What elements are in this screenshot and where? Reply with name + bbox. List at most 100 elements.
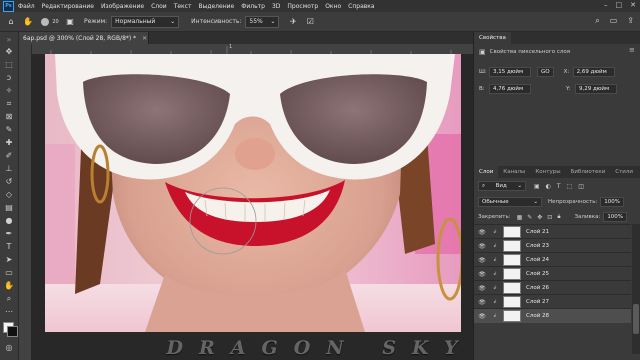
menu-text[interactable]: Текст [174,3,192,10]
panel-collapse-icon[interactable]: ≡ [629,46,635,54]
lock-pixels-icon[interactable]: ✎ [527,214,532,221]
layer-row-selected[interactable]: 👁︎ ↲ Слой 28 [474,308,631,323]
scrollbar-thumb[interactable] [633,304,639,334]
marquee-tool-icon[interactable]: ⬚ [3,59,15,70]
more-tools-icon[interactable]: ⋯ [3,306,15,317]
lock-position-icon[interactable]: ✥ [537,214,542,221]
visibility-eye-icon[interactable]: 👁︎ [477,313,487,320]
zoom-tool-icon[interactable]: ⌕ [3,293,15,304]
brush-tool-icon[interactable]: ✐ [3,150,15,161]
tab-properties[interactable]: Свойства [474,32,511,44]
blend-mode-value: Обычные [482,199,509,205]
visibility-eye-icon[interactable]: 👁︎ [477,271,487,278]
airbrush-icon[interactable]: ✈ [287,16,299,28]
intensity-field[interactable]: 55% ⌄ [245,15,280,28]
filter-type-icon[interactable]: T [557,183,561,190]
workspace-icon[interactable]: ▭ [610,16,618,26]
maximize-icon[interactable]: □ [616,1,623,9]
visibility-eye-icon[interactable]: 👁︎ [477,299,487,306]
magic-wand-icon[interactable]: ✧ [3,85,15,96]
layer-filter-value: Вид [495,183,507,189]
brush-settings-icon[interactable]: ▣ [64,16,76,28]
frame-tool-icon[interactable]: ⊠ [3,111,15,122]
eyedropper-icon[interactable]: ✎ [3,124,15,135]
eraser-icon[interactable]: ◇ [3,189,15,200]
dodge-tool-icon[interactable]: ● [3,215,15,226]
rectangle-tool-icon[interactable]: ▭ [3,267,15,278]
type-tool-icon[interactable]: T [3,241,15,252]
hand-tool-icon[interactable]: ✋ [3,280,15,291]
lock-transparent-icon[interactable]: ▦ [517,214,523,221]
visibility-eye-icon[interactable]: 👁︎ [477,285,487,292]
minimize-icon[interactable]: – [604,1,608,9]
blend-mode-select[interactable]: Обычные ⌄ [478,197,542,207]
visibility-eye-icon[interactable]: 👁︎ [477,229,487,236]
tab-libraries[interactable]: Библиотеки [566,166,611,178]
history-brush-icon[interactable]: ↺ [3,176,15,187]
close-icon[interactable]: ✕ [630,1,636,9]
layer-row[interactable]: 👁︎ ↲ Слой 25 [474,266,631,281]
layer-name: Слой 23 [526,243,550,249]
layer-row[interactable]: 👁︎ ↲ Слой 26 [474,280,631,295]
gradient-tool-icon[interactable]: ▤ [3,202,15,213]
crop-tool-icon[interactable]: ⌗ [3,98,15,109]
pen-tool-icon[interactable]: ✒ [3,228,15,239]
search-icon[interactable]: ⌕ [595,16,599,26]
search-icon: ⌕ [482,183,486,189]
document-canvas[interactable] [45,54,461,332]
filter-shape-icon[interactable]: ⬚ [567,183,573,190]
y-field[interactable]: 9,29 дюйм [575,84,617,94]
protect-tones-icon[interactable]: ☑ [304,16,316,28]
quick-mask-icon[interactable]: ◎ [3,342,15,353]
share-icon[interactable]: ⇪ [627,16,634,26]
fill-field[interactable]: 100% [603,212,628,222]
menu-3d[interactable]: 3D [272,3,280,10]
menu-image[interactable]: Изображение [101,3,144,10]
mode-select[interactable]: Нормальный ⌄ [111,15,180,28]
width-field[interactable]: 3,15 дюйм [489,67,531,77]
layer-row[interactable]: 👁︎ ↲ Слой 23 [474,238,631,253]
brush-preset-icon[interactable]: 20 [39,16,59,28]
layer-filter-select[interactable]: ⌕ Вид ⌄ [478,181,526,191]
tab-paths[interactable]: Контуры [530,166,565,178]
layer-row[interactable]: 👁︎ ↲ Слой 27 [474,294,631,309]
lock-artboard-icon[interactable]: ⊡ [547,214,552,221]
home-icon[interactable]: ⌂ [5,16,17,28]
menu-file[interactable]: Файл [18,3,35,10]
height-label: В: [479,86,485,92]
clone-stamp-icon[interactable]: ⊥ [3,163,15,174]
burn-tool-icon[interactable]: ✋ [22,16,34,28]
background-color-swatch[interactable] [7,326,18,337]
layers-scrollbar[interactable] [632,224,640,354]
close-tab-icon[interactable]: ✕ [142,35,147,42]
filter-smart-icon[interactable]: ◫ [578,183,584,190]
menu-edit[interactable]: Редактирование [42,3,94,10]
filter-pixel-icon[interactable]: ▣ [534,183,540,190]
healing-brush-icon[interactable]: ✚ [3,137,15,148]
visibility-eye-icon[interactable]: 👁︎ [477,257,487,264]
height-field[interactable]: 4,76 дюйм [489,84,531,94]
layer-row[interactable]: 👁︎ ↲ Слой 24 [474,252,631,267]
menu-select[interactable]: Выделение [198,3,234,10]
lock-all-icon[interactable]: 🔒︎ [557,213,560,221]
x-field[interactable]: 2,69 дюйм [572,67,615,77]
tab-channels[interactable]: Каналы [498,166,530,178]
path-select-icon[interactable]: ➤ [3,254,15,265]
opacity-field[interactable]: 100% [600,197,625,207]
document-tab[interactable]: 6ap.psd @ 300% (Слой 28, RGB/8*) * ✕ [19,32,149,44]
menu-help[interactable]: Справка [348,3,374,10]
tool-bar: » ✥ ⬚ ↄ ✧ ⌗ ⊠ ✎ ✚ ✐ ⊥ ↺ ◇ ▤ ● ✒ T ➤ ▭ ✋ … [0,32,19,360]
tab-layers[interactable]: Слои [474,166,499,178]
filter-adjust-icon[interactable]: ◐ [546,183,551,190]
lasso-tool-icon[interactable]: ↄ [3,72,15,83]
layer-row[interactable]: 👁︎ ↲ Слой 21 [474,224,631,239]
tab-styles[interactable]: Стили [610,166,638,178]
visibility-eye-icon[interactable]: 👁︎ [477,243,487,250]
move-tool-icon[interactable]: ✥ [3,46,15,57]
menu-layers[interactable]: Слои [151,3,167,10]
menu-window[interactable]: Окно [325,3,341,10]
menu-view[interactable]: Просмотр [287,3,318,10]
clip-link-icon: ↲ [493,299,498,305]
link-dimensions-icon[interactable]: GO [537,67,554,77]
menu-filter[interactable]: Фильтр [241,3,265,10]
